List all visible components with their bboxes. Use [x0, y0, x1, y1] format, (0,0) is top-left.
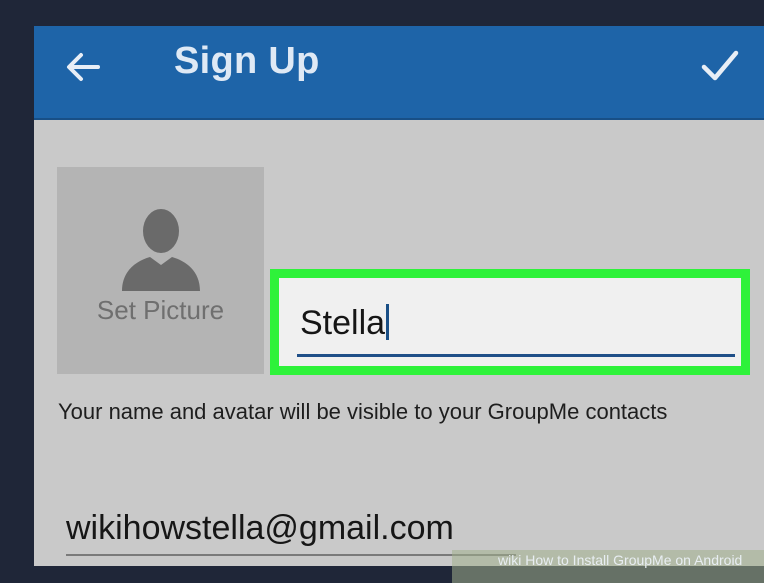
name-input-value: Stella: [300, 302, 390, 344]
set-picture-button[interactable]: Set Picture: [57, 167, 264, 374]
person-silhouette-icon: [118, 205, 204, 291]
email-input-value: wikihowstella@gmail.com: [66, 509, 454, 547]
name-field-highlight: Stella: [270, 269, 750, 375]
email-input[interactable]: wikihowstella@gmail.com: [66, 502, 516, 560]
name-input[interactable]: Stella: [297, 296, 737, 357]
phone-screen: Sign Up Set Picture Stella Your name and…: [34, 26, 764, 566]
set-picture-label: Set Picture: [96, 295, 225, 325]
visibility-hint: Your name and avatar will be visible to …: [58, 399, 668, 424]
watermark: wiki How to Install GroupMe on Android: [452, 550, 764, 583]
checkmark-icon[interactable]: [696, 42, 744, 90]
email-input-underline: [66, 554, 516, 556]
back-arrow-icon[interactable]: [62, 46, 104, 88]
name-input-underline: [297, 354, 735, 357]
text-caret: [386, 304, 390, 340]
device-frame: Sign Up Set Picture Stella Your name and…: [0, 0, 764, 583]
page-title: Sign Up: [174, 40, 320, 82]
app-bar: Sign Up: [34, 26, 764, 120]
name-text: Stella: [300, 304, 386, 342]
